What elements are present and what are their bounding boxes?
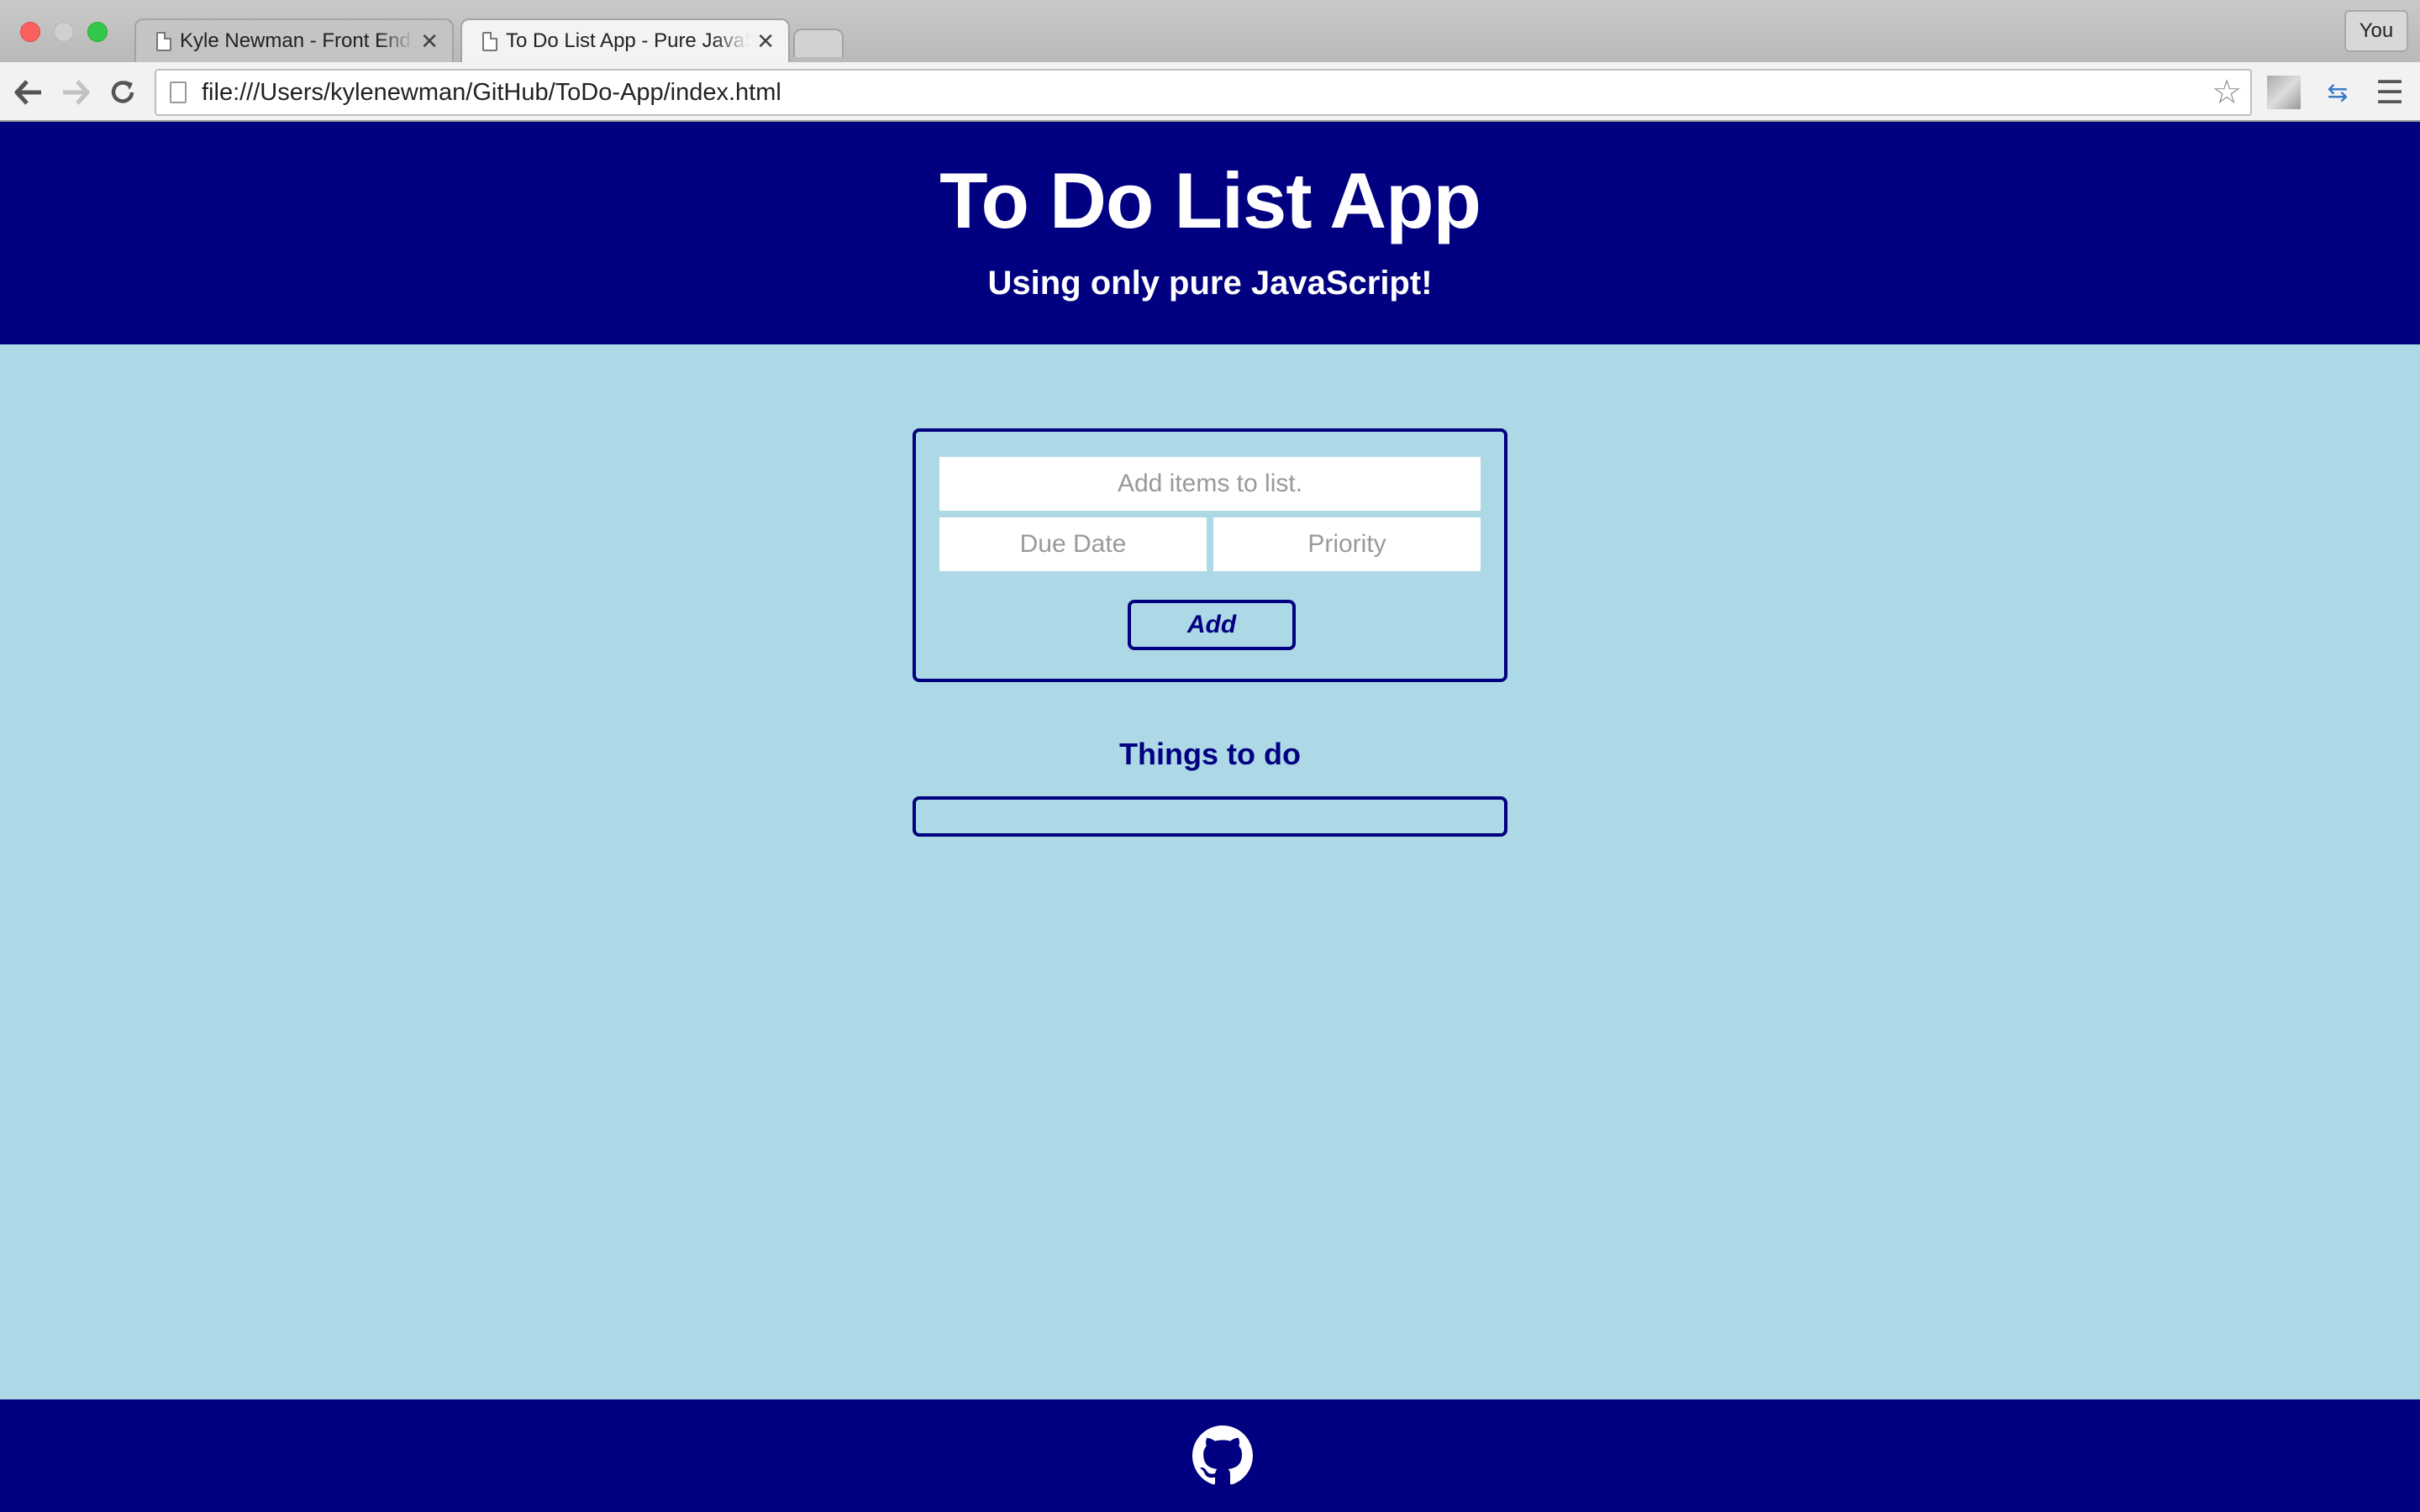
- window-minimize-button[interactable]: [54, 22, 74, 42]
- page-icon: [156, 31, 171, 51]
- page-subtitle: Using only pure JavaScript!: [987, 265, 1433, 302]
- item-input[interactable]: [939, 457, 1481, 511]
- list-title: Things to do: [1119, 737, 1301, 771]
- profile-button[interactable]: You: [2344, 10, 2408, 52]
- new-tab-button[interactable]: [793, 29, 844, 57]
- tab-strip: Kyle Newman - Front End W ✕ To Do List A…: [0, 0, 2420, 62]
- page-icon: [482, 31, 497, 51]
- page-icon: [170, 81, 187, 103]
- window-maximize-button[interactable]: [87, 22, 108, 42]
- back-arrow-icon[interactable]: [10, 74, 47, 111]
- window-close-button[interactable]: [20, 22, 40, 42]
- browser-chrome: Kyle Newman - Front End W ✕ To Do List A…: [0, 0, 2420, 122]
- todo-list: [913, 796, 1507, 837]
- menu-icon[interactable]: ☰: [2373, 76, 2407, 111]
- tab-title: Kyle Newman - Front End W: [180, 29, 414, 52]
- tab-todo-app[interactable]: To Do List App - Pure JavaScript ✕: [460, 18, 790, 62]
- site-header: To Do List App Using only pure JavaScrip…: [0, 122, 2420, 344]
- priority-input[interactable]: [1213, 517, 1481, 571]
- address-bar[interactable]: file:///Users/kylenewman/GitHub/ToDo-App…: [155, 69, 2252, 116]
- tab-close-icon[interactable]: ✕: [756, 29, 775, 55]
- site-footer: [0, 1399, 2420, 1512]
- forward-arrow-icon[interactable]: [57, 74, 94, 111]
- tab-close-icon[interactable]: ✕: [420, 29, 439, 55]
- url-text[interactable]: file:///Users/kylenewman/GitHub/ToDo-App…: [202, 79, 2212, 107]
- due-date-input[interactable]: [939, 517, 1207, 571]
- bookmark-star-icon[interactable]: ☆: [2212, 73, 2242, 112]
- browser-toolbar: file:///Users/kylenewman/GitHub/ToDo-App…: [0, 62, 2420, 122]
- extension-icon[interactable]: [2267, 76, 2301, 109]
- add-button[interactable]: Add: [1128, 600, 1296, 650]
- page-title: To Do List App: [939, 156, 1481, 244]
- sync-arrows-icon[interactable]: ⇆: [2321, 76, 2354, 109]
- reload-icon[interactable]: [104, 74, 141, 111]
- tab-title: To Do List App - Pure JavaScript: [506, 29, 750, 52]
- page: To Do List App Using only pure JavaScrip…: [0, 122, 2420, 1512]
- github-icon[interactable]: [1192, 1425, 1253, 1486]
- add-item-form: Add: [913, 428, 1507, 682]
- tab-kyle-newman[interactable]: Kyle Newman - Front End W ✕: [134, 18, 454, 62]
